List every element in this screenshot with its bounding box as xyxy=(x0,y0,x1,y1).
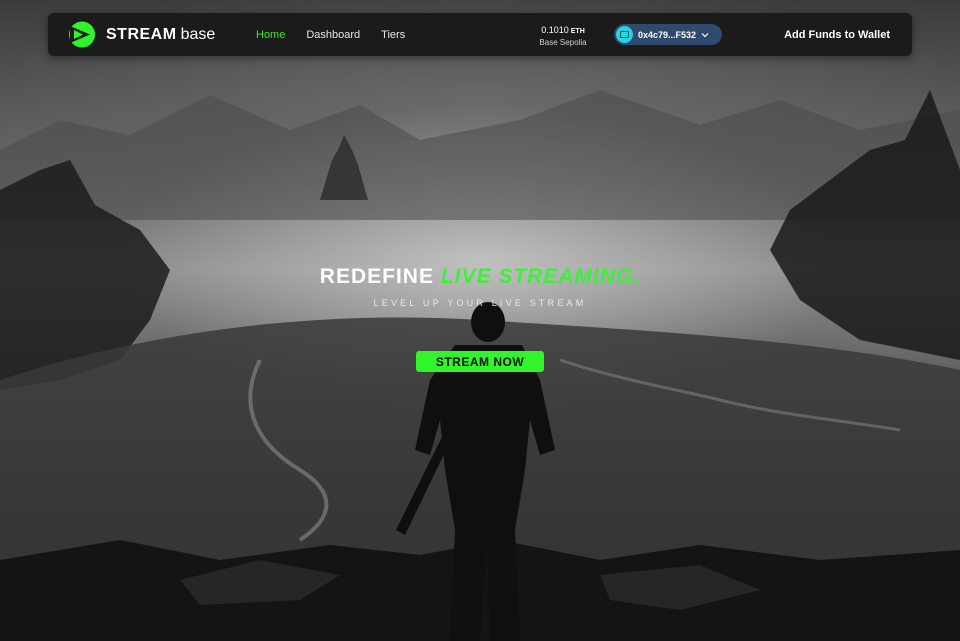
balance-amount: 0.1010 xyxy=(541,25,569,35)
add-funds-button[interactable]: Add Funds to Wallet xyxy=(784,13,890,56)
hero-title-part2: LIVE STREAMING. xyxy=(440,265,641,288)
hero-background xyxy=(0,0,960,641)
nav-links: Home Dashboard Tiers xyxy=(256,13,426,56)
wallet-avatar-icon xyxy=(616,26,633,43)
hero-title-part1: REDEFINE xyxy=(319,265,434,288)
hero-subtitle: LEVEL UP YOUR LIVE STREAM xyxy=(373,298,587,308)
wallet-address: 0x4c79...F532 xyxy=(638,29,697,40)
hero-title: REDEFINE LIVE STREAMING. xyxy=(0,265,960,289)
wallet-balance: 0.1010 ETH Base Sepolia xyxy=(524,23,602,48)
logo-text-secondary: base xyxy=(180,25,216,43)
network-name: Base Sepolia xyxy=(539,38,587,47)
nav-link-dashboard[interactable]: Dashboard xyxy=(306,29,360,41)
top-navbar: STREAM base Home Dashboard Tiers 0.1010 E… xyxy=(48,13,912,56)
stream-now-button[interactable]: STREAM NOW xyxy=(416,351,544,372)
balance-unit: ETH xyxy=(570,28,585,35)
landscape-illustration xyxy=(0,90,960,641)
logo[interactable]: STREAM base xyxy=(68,21,215,48)
chevron-down-icon xyxy=(701,32,709,37)
play-triangle-logo-icon xyxy=(69,21,95,48)
wallet-account-button[interactable]: 0x4c79...F532 xyxy=(614,24,722,45)
logo-text-primary: STREAM xyxy=(106,25,177,43)
nav-link-home[interactable]: Home xyxy=(256,29,285,41)
nav-link-tiers[interactable]: Tiers xyxy=(381,29,405,41)
